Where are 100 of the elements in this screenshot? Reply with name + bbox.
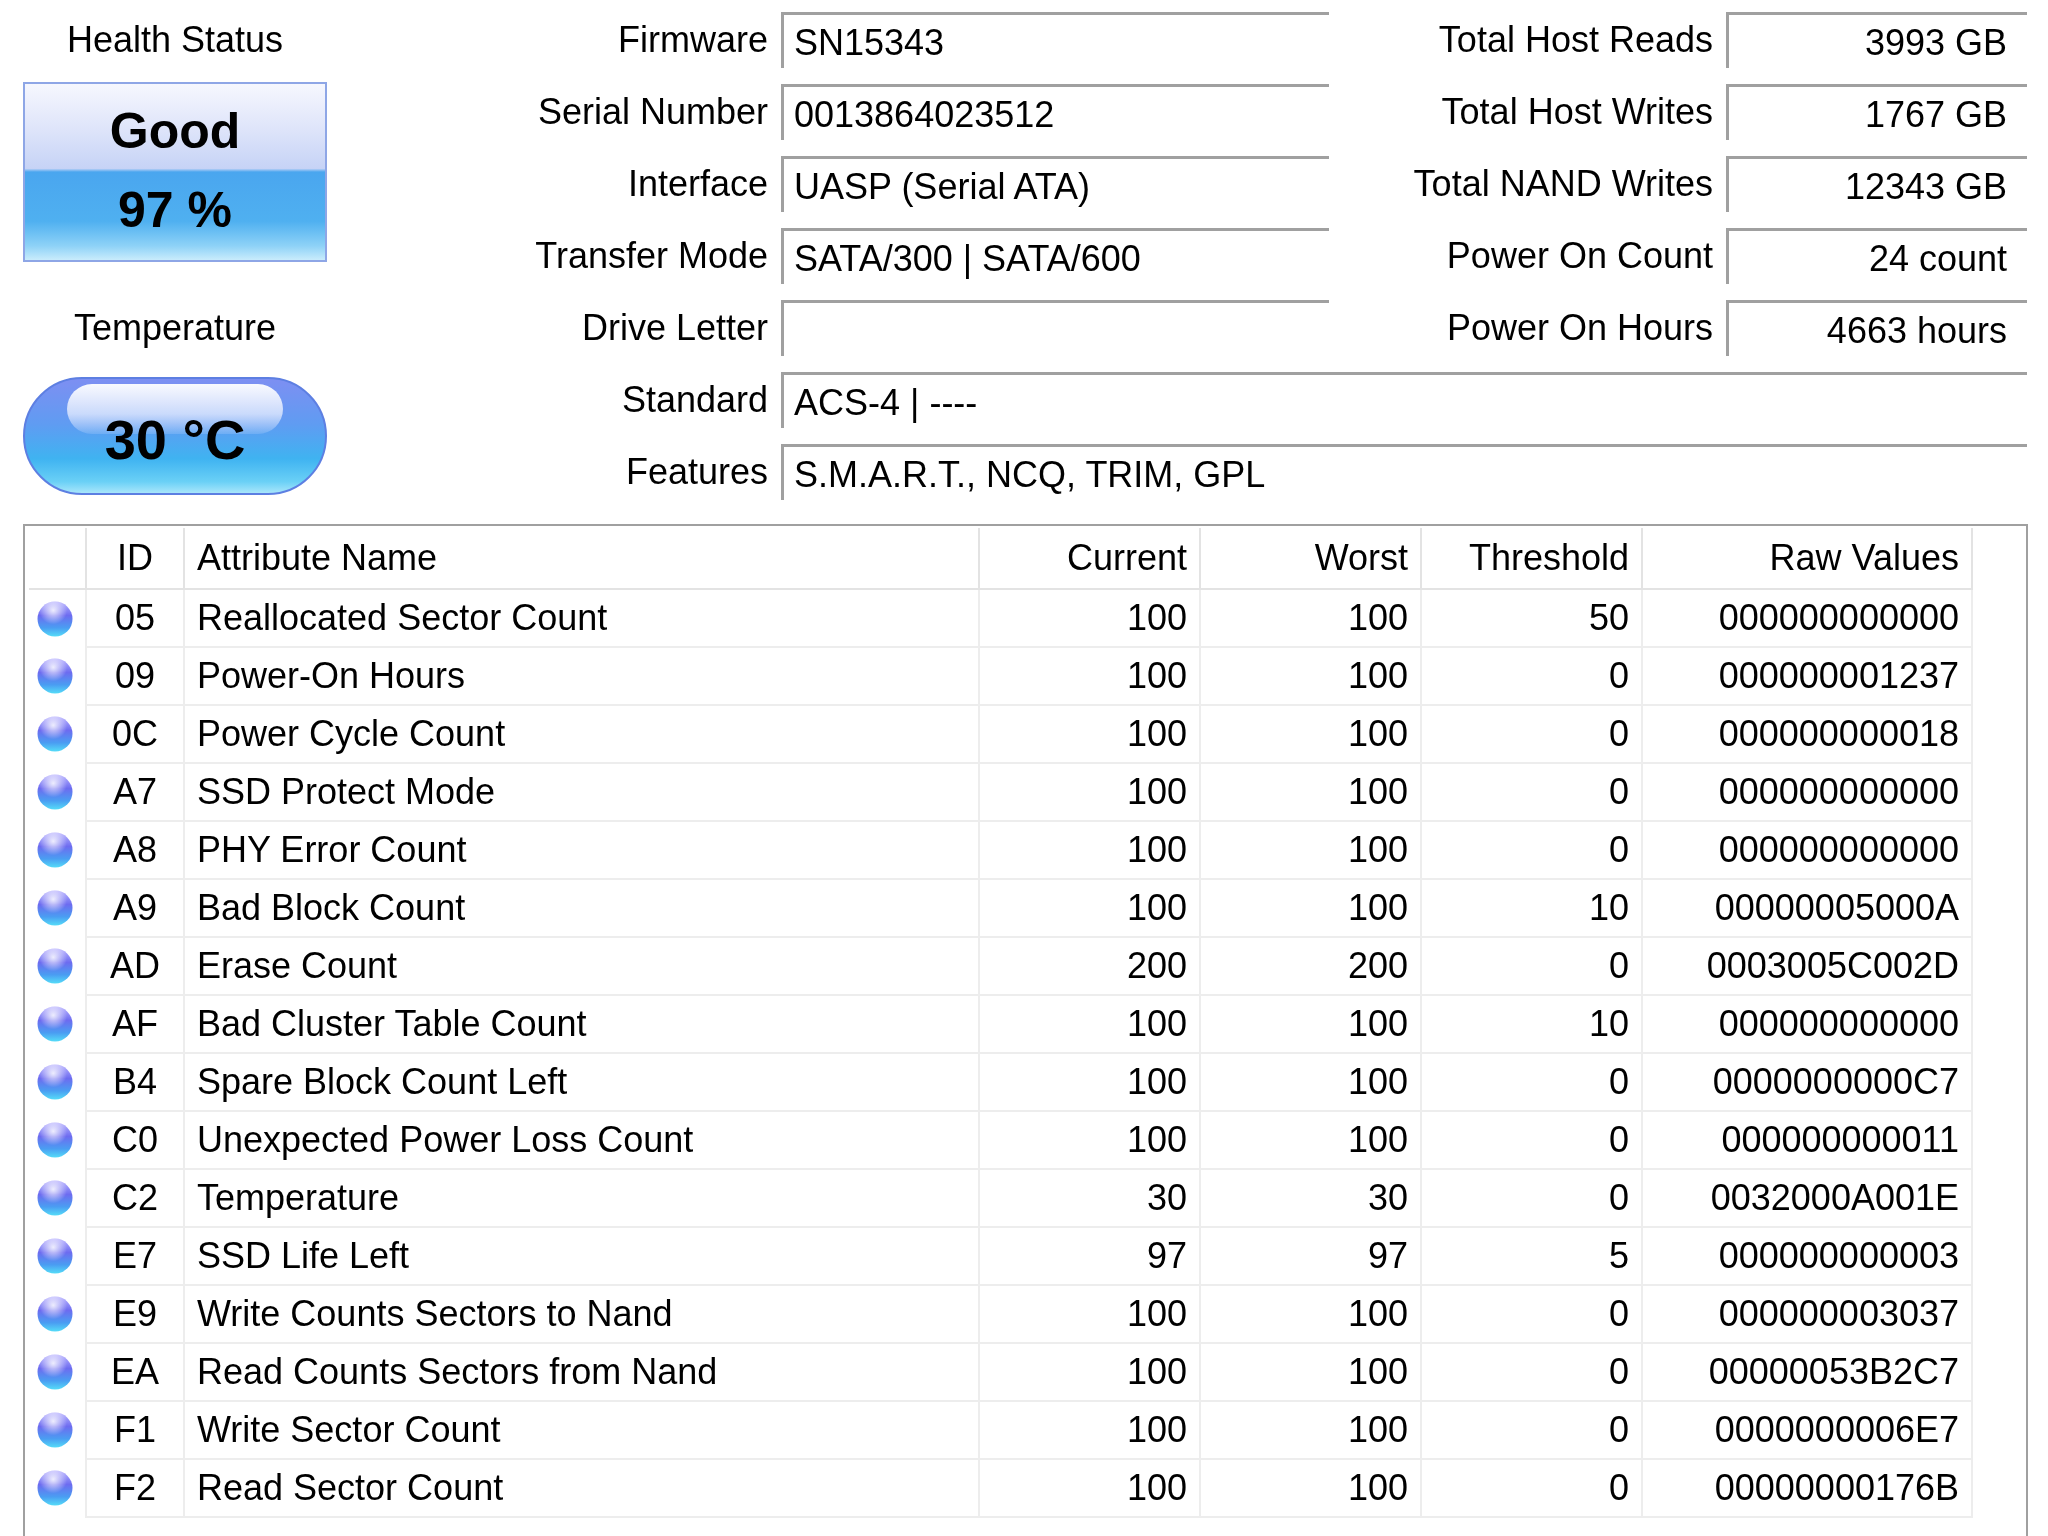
value-field: UASP (Serial ATA): [781, 156, 1329, 212]
table-cell: 100: [979, 1401, 1200, 1459]
field-label: Interface: [627, 162, 768, 206]
column-header[interactable]: Attribute Name: [184, 528, 979, 589]
table-cell: 200: [1200, 937, 1421, 995]
table-cell: 100: [1200, 879, 1421, 937]
value-field: ACS-4 | ----: [781, 372, 2027, 428]
table-cell: 100: [979, 705, 1200, 763]
table-cell: 100: [979, 763, 1200, 821]
table-cell: 0: [1421, 937, 1642, 995]
value-field: SATA/300 | SATA/600: [781, 228, 1329, 284]
table-cell: Erase Count: [184, 937, 979, 995]
table-cell: Read Sector Count: [184, 1459, 979, 1517]
table-cell: 0: [1421, 1343, 1642, 1401]
temperature-value: 30 °C: [104, 406, 246, 472]
table-cell: SSD Protect Mode: [184, 763, 979, 821]
table-cell: 0: [1421, 647, 1642, 705]
table-cell: 0: [1421, 821, 1642, 879]
table-cell: 000000000000: [1642, 995, 1972, 1053]
table-cell: 10: [1421, 995, 1642, 1053]
table-cell: 100: [979, 1343, 1200, 1401]
value-field: 0013864023512: [781, 84, 1329, 140]
column-header[interactable]: ID: [86, 528, 184, 589]
table-cell: C2: [86, 1169, 184, 1227]
column-header[interactable]: Raw Values: [1642, 528, 1972, 589]
field-label: Serial Number: [537, 90, 768, 134]
table-cell: 000000000000: [1642, 589, 1972, 647]
table-cell: 100: [979, 821, 1200, 879]
table-cell: 200: [979, 937, 1200, 995]
table-cell: 97: [979, 1227, 1200, 1285]
table-cell: 100: [1200, 1459, 1421, 1517]
field-label: Drive Letter: [581, 306, 768, 350]
column-header[interactable]: Worst: [1200, 528, 1421, 589]
health-percent-text: 97 %: [118, 183, 232, 238]
table-cell: 0: [1421, 1459, 1642, 1517]
table-cell: Write Sector Count: [184, 1401, 979, 1459]
table-cell: AD: [86, 937, 184, 995]
table-cell: 00000005000A: [1642, 879, 1972, 937]
table-cell: A9: [86, 879, 184, 937]
value-field: 12343 GB: [1726, 156, 2027, 212]
table-cell: 000000000003: [1642, 1227, 1972, 1285]
table-cell: AF: [86, 995, 184, 1053]
table-cell: A7: [86, 763, 184, 821]
value-field: 1767 GB: [1726, 84, 2027, 140]
table-cell: 000000000000: [1642, 821, 1972, 879]
table-cell: C0: [86, 1111, 184, 1169]
table-cell: 0003005C002D: [1642, 937, 1972, 995]
table-cell: 100: [979, 1459, 1200, 1517]
table-cell: 100: [1200, 1343, 1421, 1401]
table-cell: B4: [86, 1053, 184, 1111]
table-cell: 0032000A001E: [1642, 1169, 1972, 1227]
table-cell: EA: [86, 1343, 184, 1401]
table-cell: 100: [979, 879, 1200, 937]
health-status-text: Good: [109, 104, 241, 159]
table-cell: Bad Cluster Table Count: [184, 995, 979, 1053]
table-cell: 100: [1200, 1285, 1421, 1343]
table-cell: 30: [979, 1169, 1200, 1227]
table-cell: Power-On Hours: [184, 647, 979, 705]
table-cell: A8: [86, 821, 184, 879]
table-cell: 00000053B2C7: [1642, 1343, 1972, 1401]
column-header[interactable]: Threshold: [1421, 528, 1642, 589]
field-label: Total NAND Writes: [1413, 162, 1713, 206]
table-cell: 05: [86, 589, 184, 647]
field-label: Standard: [621, 378, 768, 422]
field-label: Power On Count: [1446, 234, 1713, 278]
field-label: Transfer Mode: [535, 234, 768, 278]
table-cell: 0: [1421, 705, 1642, 763]
field-label: Power On Hours: [1446, 306, 1713, 350]
table-cell: 100: [979, 1285, 1200, 1343]
table-cell: 0: [1421, 1111, 1642, 1169]
table-cell: Write Counts Sectors to Nand: [184, 1285, 979, 1343]
field-label: Firmware: [618, 18, 768, 62]
table-cell: 0: [1421, 1285, 1642, 1343]
table-cell: 100: [1200, 589, 1421, 647]
table-cell: 000000000018: [1642, 705, 1972, 763]
table-cell: F1: [86, 1401, 184, 1459]
table-cell: 00000000176B: [1642, 1459, 1972, 1517]
table-cell: 0000000006E7: [1642, 1401, 1972, 1459]
table-cell: 100: [1200, 995, 1421, 1053]
table-cell: 100: [979, 1053, 1200, 1111]
table-cell: Unexpected Power Loss Count: [184, 1111, 979, 1169]
table-cell: 000000001237: [1642, 647, 1972, 705]
temperature-label: Temperature: [73, 306, 277, 350]
column-header[interactable]: Current: [979, 528, 1200, 589]
table-cell: 0: [1421, 1053, 1642, 1111]
table-cell: PHY Error Count: [184, 821, 979, 879]
table-cell: 100: [1200, 705, 1421, 763]
field-label: Total Host Reads: [1438, 18, 1713, 62]
table-cell: 50: [1421, 589, 1642, 647]
table-cell: 100: [1200, 647, 1421, 705]
table-cell: 5: [1421, 1227, 1642, 1285]
table-cell: SSD Life Left: [184, 1227, 979, 1285]
table-cell: Bad Block Count: [184, 879, 979, 937]
table-cell: 000000003037: [1642, 1285, 1972, 1343]
health-status-label: Health Status: [66, 18, 284, 62]
table-cell: E9: [86, 1285, 184, 1343]
table-cell: 0: [1421, 763, 1642, 821]
table-cell: 97: [1200, 1227, 1421, 1285]
value-field: S.M.A.R.T., NCQ, TRIM, GPL: [781, 444, 2027, 500]
field-label: Features: [625, 450, 768, 494]
